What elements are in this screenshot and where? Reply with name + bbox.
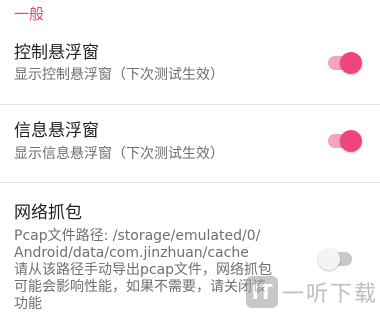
watermark-logo-icon: IT: [245, 276, 278, 308]
pref-control-float-window[interactable]: 控制悬浮窗 显示控制悬浮窗（下次测试生效）: [0, 38, 380, 100]
pref-summary-line-2: Android/data/com.jinzhuan/cache: [14, 245, 249, 261]
pref-summary-line-3: 请从该路径手动导出pcap文件，网络抓包: [14, 262, 273, 278]
info-float-window-toggle[interactable]: [326, 128, 364, 154]
toggle-thumb: [340, 52, 362, 74]
pref-summary-line-4: 可能会影响性能，如果不需要，请关闭该: [14, 279, 266, 295]
toggle-thumb: [318, 248, 340, 270]
packet-capture-toggle[interactable]: [318, 246, 356, 272]
watermark-text: 一听下载: [281, 282, 378, 307]
pref-title: 控制悬浮窗: [14, 43, 99, 63]
pref-summary: 显示控制悬浮窗（下次测试生效）: [14, 67, 224, 83]
watermark: IT 一听下载: [245, 272, 378, 312]
pref-summary-line-1: Pcap文件路径: /storage/emulated/0/: [14, 228, 261, 244]
pref-info-float-window[interactable]: 信息悬浮窗 显示信息悬浮窗（下次测试生效）: [0, 116, 380, 178]
section-header-general: 一般: [14, 5, 45, 23]
divider: [0, 182, 380, 183]
pref-title: 网络抓包: [14, 203, 82, 223]
pref-summary: 显示信息悬浮窗（下次测试生效）: [14, 146, 224, 162]
control-float-window-toggle[interactable]: [326, 50, 364, 76]
divider: [0, 104, 380, 105]
pref-summary-line-5: 功能: [14, 296, 42, 312]
toggle-thumb: [340, 130, 362, 152]
pref-title: 信息悬浮窗: [14, 121, 99, 141]
